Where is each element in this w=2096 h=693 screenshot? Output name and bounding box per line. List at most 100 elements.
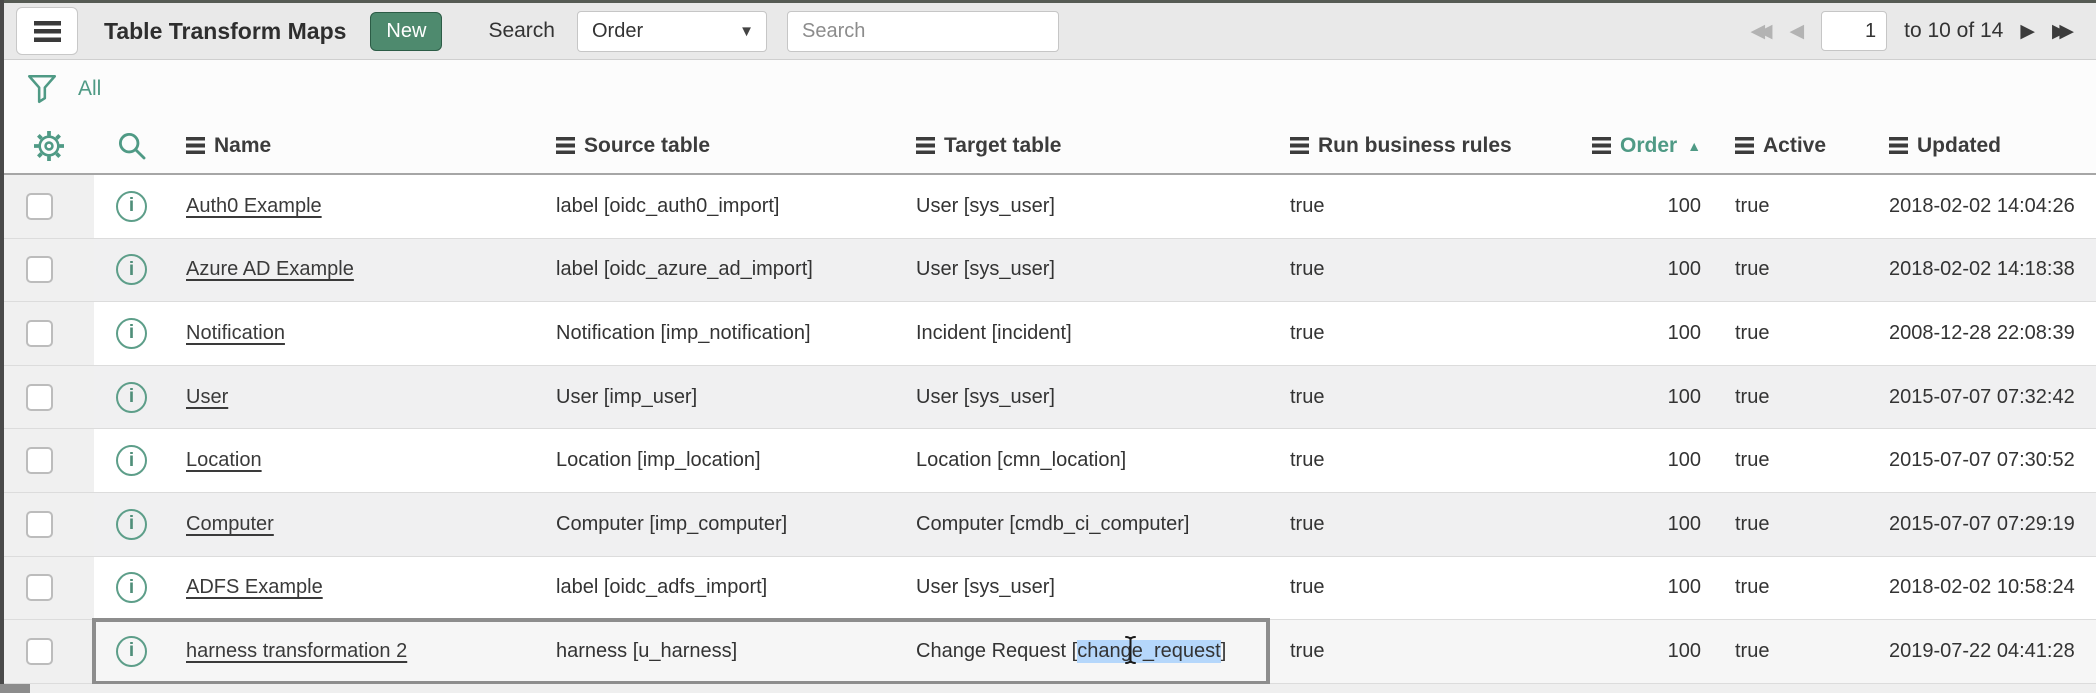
source-table-cell[interactable]: label [oidc_adfs_import]: [539, 557, 899, 620]
previous-page-button[interactable]: ◀: [1789, 20, 1804, 43]
updated-cell[interactable]: 2018-02-02 14:18:38: [1864, 239, 2096, 302]
record-link[interactable]: Computer: [186, 513, 274, 536]
next-page-button[interactable]: ▶: [2020, 20, 2035, 43]
first-page-button[interactable]: ◀◀: [1750, 20, 1772, 43]
column-header-active[interactable]: Active: [1709, 134, 1864, 158]
name-cell: User: [169, 366, 539, 429]
target-table-cell[interactable]: User [sys_user]: [899, 557, 1274, 620]
order-cell[interactable]: 100: [1564, 239, 1709, 302]
order-cell[interactable]: 100: [1564, 175, 1709, 238]
record-link[interactable]: Azure AD Example: [186, 258, 354, 281]
row-checkbox[interactable]: [26, 511, 53, 538]
row-checkbox[interactable]: [26, 320, 53, 347]
active-cell[interactable]: true: [1709, 302, 1864, 365]
record-link[interactable]: harness transformation 2: [186, 640, 407, 663]
column-header-name[interactable]: Name: [169, 134, 539, 158]
run-business-rules-cell[interactable]: true: [1274, 175, 1564, 238]
source-table-cell[interactable]: Location [imp_location]: [539, 429, 899, 492]
active-cell[interactable]: true: [1709, 175, 1864, 238]
last-page-button[interactable]: ▶▶: [2052, 20, 2074, 43]
source-table-cell[interactable]: label [oidc_azure_ad_import]: [539, 239, 899, 302]
info-icon[interactable]: i: [116, 318, 147, 349]
record-link[interactable]: User: [186, 386, 228, 409]
list-context-menu-button[interactable]: [16, 7, 78, 55]
row-checkbox[interactable]: [26, 447, 53, 474]
source-table-cell[interactable]: harness [u_harness]: [539, 620, 899, 683]
record-link[interactable]: Notification: [186, 322, 285, 345]
updated-cell[interactable]: 2015-07-07 07:29:19: [1864, 493, 2096, 556]
search-input[interactable]: [787, 11, 1059, 52]
column-header-run-business-rules[interactable]: Run business rules: [1274, 134, 1564, 158]
info-icon[interactable]: i: [116, 254, 147, 285]
info-icon[interactable]: i: [116, 382, 147, 413]
run-business-rules-cell[interactable]: true: [1274, 557, 1564, 620]
source-table-cell[interactable]: label [oidc_auth0_import]: [539, 175, 899, 238]
info-icon[interactable]: i: [116, 191, 147, 222]
column-header-source-table[interactable]: Source table: [539, 134, 899, 158]
updated-cell[interactable]: 2015-07-07 07:30:52: [1864, 429, 2096, 492]
run-business-rules-cell[interactable]: true: [1274, 493, 1564, 556]
personalize-list-gear-button[interactable]: [4, 128, 94, 164]
target-table-cell[interactable]: Incident [incident]: [899, 302, 1274, 365]
row-checkbox[interactable]: [26, 638, 53, 665]
column-menu-icon: [916, 137, 935, 154]
active-cell[interactable]: true: [1709, 366, 1864, 429]
run-business-rules-cell[interactable]: true: [1274, 620, 1564, 683]
order-cell[interactable]: 100: [1564, 429, 1709, 492]
updated-cell[interactable]: 2018-02-02 10:58:24: [1864, 557, 2096, 620]
row-checkbox[interactable]: [26, 384, 53, 411]
record-link[interactable]: ADFS Example: [186, 576, 323, 599]
checkbox-cell: [4, 239, 94, 302]
run-business-rules-cell[interactable]: true: [1274, 366, 1564, 429]
record-link[interactable]: Location: [186, 449, 262, 472]
order-cell[interactable]: 100: [1564, 366, 1709, 429]
target-table-cell[interactable]: User [sys_user]: [899, 366, 1274, 429]
order-cell[interactable]: 100: [1564, 557, 1709, 620]
source-table-cell[interactable]: Computer [imp_computer]: [539, 493, 899, 556]
active-cell[interactable]: true: [1709, 557, 1864, 620]
run-business-rules-cell[interactable]: true: [1274, 302, 1564, 365]
name-cell: Computer: [169, 493, 539, 556]
row-checkbox[interactable]: [26, 193, 53, 220]
active-cell[interactable]: true: [1709, 429, 1864, 492]
page-number-input[interactable]: [1821, 11, 1887, 51]
target-table-cell[interactable]: Location [cmn_location]: [899, 429, 1274, 492]
target-table-cell[interactable]: User [sys_user]: [899, 175, 1274, 238]
table-row: i Notification Notification [imp_notific…: [4, 302, 2096, 366]
order-cell[interactable]: 100: [1564, 302, 1709, 365]
info-icon[interactable]: i: [116, 445, 147, 476]
order-cell[interactable]: 100: [1564, 620, 1709, 683]
updated-cell[interactable]: 2008-12-28 22:08:39: [1864, 302, 2096, 365]
filter-funnel-icon[interactable]: [26, 72, 58, 106]
column-menu-icon: [556, 137, 575, 154]
column-header-updated[interactable]: Updated: [1864, 134, 2096, 158]
row-checkbox[interactable]: [26, 574, 53, 601]
search-field-dropdown[interactable]: Order ▼: [577, 11, 767, 52]
target-table-cell[interactable]: User [sys_user]: [899, 239, 1274, 302]
updated-cell[interactable]: 2019-07-22 04:41:28: [1864, 620, 2096, 683]
breadcrumb-all[interactable]: All: [78, 77, 101, 101]
list-search-toggle-button[interactable]: [94, 129, 169, 163]
new-button[interactable]: New: [370, 12, 442, 51]
active-cell[interactable]: true: [1709, 493, 1864, 556]
record-link[interactable]: Auth0 Example: [186, 195, 322, 218]
info-icon[interactable]: i: [116, 636, 147, 667]
source-table-cell[interactable]: Notification [imp_notification]: [539, 302, 899, 365]
info-icon[interactable]: i: [116, 509, 147, 540]
column-header-order[interactable]: Order ▲: [1564, 134, 1709, 158]
row-checkbox[interactable]: [26, 256, 53, 283]
info-icon[interactable]: i: [116, 572, 147, 603]
order-cell[interactable]: 100: [1564, 493, 1709, 556]
source-table-cell[interactable]: User [imp_user]: [539, 366, 899, 429]
active-cell[interactable]: true: [1709, 620, 1864, 683]
name-cell: harness transformation 2: [169, 620, 539, 683]
run-business-rules-cell[interactable]: true: [1274, 239, 1564, 302]
column-header-target-table[interactable]: Target table: [899, 134, 1274, 158]
updated-cell[interactable]: 2015-07-07 07:32:42: [1864, 366, 2096, 429]
run-business-rules-cell[interactable]: true: [1274, 429, 1564, 492]
updated-cell[interactable]: 2018-02-02 14:04:26: [1864, 175, 2096, 238]
info-cell: i: [94, 620, 169, 683]
active-cell[interactable]: true: [1709, 239, 1864, 302]
target-table-cell[interactable]: Change Request [change_request]: [899, 620, 1274, 683]
target-table-cell[interactable]: Computer [cmdb_ci_computer]: [899, 493, 1274, 556]
